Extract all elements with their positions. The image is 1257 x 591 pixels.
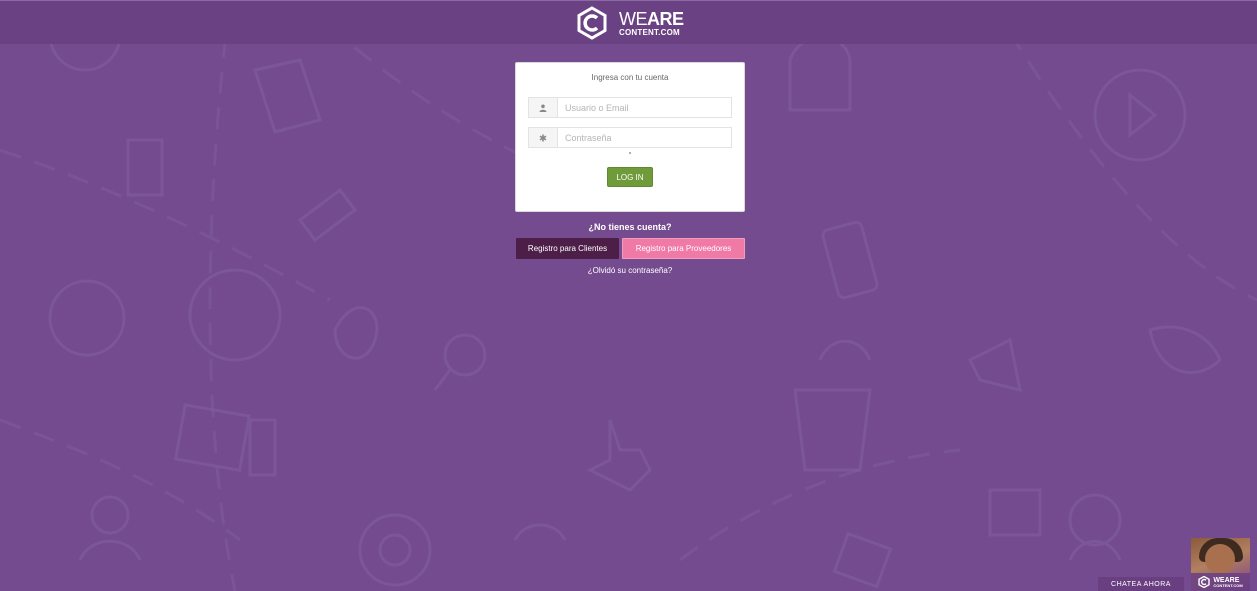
chat-agent-avatar[interactable]: WEARE CONTENT.COM <box>1191 538 1250 591</box>
avatar-face <box>1205 544 1235 574</box>
username-input[interactable] <box>558 98 731 117</box>
logo-are: ARE <box>647 8 684 29</box>
logo-hexagon-icon <box>577 6 607 40</box>
chat-logo-band: WEARE CONTENT.COM <box>1191 573 1250 591</box>
separator-dot <box>629 152 631 154</box>
password-field <box>528 127 732 148</box>
password-input[interactable] <box>558 128 731 147</box>
chat-widget[interactable]: CHATEA AHORA WEARE CONTENT.COM <box>1098 538 1250 591</box>
no-account-prompt: ¿No tienes cuenta? <box>588 222 672 232</box>
mini-logo-bottom: CONTENT.COM <box>1213 582 1243 588</box>
mini-logo-text: WEARE CONTENT.COM <box>1213 577 1242 588</box>
chat-now-label[interactable]: CHATEA AHORA <box>1098 577 1184 591</box>
login-title: Ingresa con tu cuenta <box>591 73 669 82</box>
username-field <box>528 97 732 118</box>
login-card: Ingresa con tu cuenta LOG IN <box>515 62 745 212</box>
logo-wordmark: WEARE CONTENT.COM <box>619 10 684 37</box>
register-providers-button[interactable]: Registro para Proveedores <box>622 238 745 259</box>
asterisk-icon <box>529 128 558 147</box>
login-button[interactable]: LOG IN <box>607 167 653 187</box>
weare-logo[interactable]: WEARE CONTENT.COM <box>575 6 684 40</box>
logo-we: WE <box>619 8 648 29</box>
forgot-password-link[interactable]: ¿Olvidó su contraseña? <box>515 266 745 275</box>
register-clients-button[interactable]: Registro para Clientes <box>516 238 619 259</box>
user-icon <box>529 98 558 117</box>
logo-domain: CONTENT.COM <box>619 27 680 37</box>
mini-logo-icon <box>1198 576 1211 588</box>
